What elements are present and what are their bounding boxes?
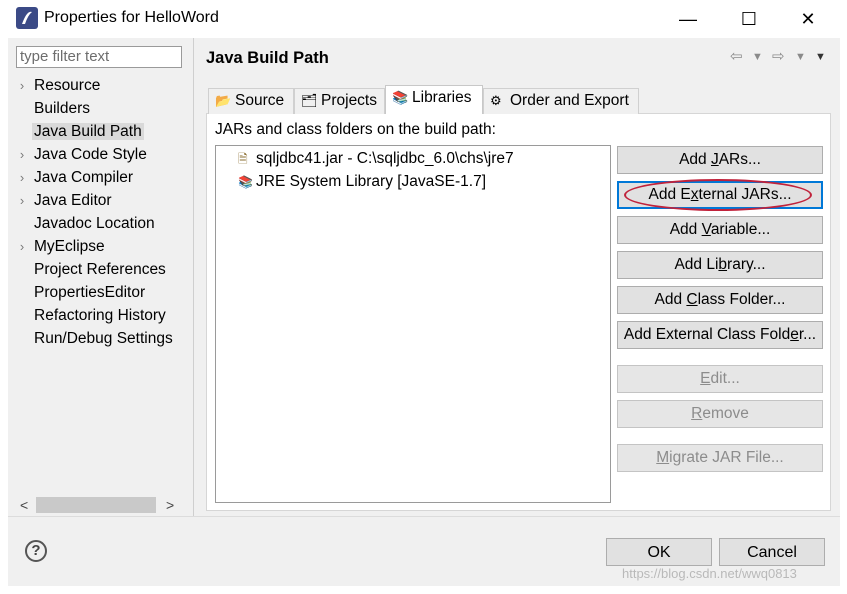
sidebar-item-label: Javadoc Location xyxy=(34,215,155,232)
cancel-button[interactable]: Cancel xyxy=(719,538,825,566)
forward-arrow-icon[interactable]: ⇨ xyxy=(772,47,785,65)
sidebar-item-label: Builders xyxy=(34,100,90,117)
source-folder-icon: 📂 xyxy=(215,93,232,108)
sidebar-item-label: Refactoring History xyxy=(34,307,166,324)
bottom-separator xyxy=(8,516,840,517)
list-item[interactable]: 📚 JRE System Library [JavaSE-1.7] xyxy=(238,171,486,193)
scrollbar-thumb[interactable] xyxy=(36,497,156,513)
build-path-list-label: JARs and class folders on the build path… xyxy=(215,121,496,138)
sidebar-item-label: MyEclipse xyxy=(34,238,105,255)
sidebar-item[interactable]: Builders xyxy=(12,97,92,120)
expand-chevron-icon[interactable]: › xyxy=(12,235,32,258)
list-item[interactable]: 🗎 sqljdbc41.jar - C:\sqljdbc_6.0\chs\jre7 xyxy=(238,148,514,170)
edit-button[interactable]: Edit... xyxy=(617,365,823,393)
close-button[interactable]: ✕ xyxy=(785,0,831,38)
sidebar-item-label: PropertiesEditor xyxy=(34,284,146,301)
scroll-left-icon[interactable]: < xyxy=(20,497,28,513)
sidebar-item[interactable]: PropertiesEditor xyxy=(12,281,147,304)
order-export-icon: ⚙ xyxy=(490,93,502,108)
filter-input[interactable] xyxy=(16,46,182,68)
sidebar-item[interactable]: › Resource xyxy=(12,74,102,97)
sidebar-item[interactable]: › Java Compiler xyxy=(12,166,135,189)
sidebar-item-label: Java Code Style xyxy=(34,146,147,163)
scroll-right-icon[interactable]: > xyxy=(166,497,174,513)
pane-divider[interactable] xyxy=(193,38,194,516)
libraries-icon: 📚 xyxy=(392,90,409,105)
jar-file-icon: 🗎 xyxy=(238,152,248,166)
expand-chevron-icon[interactable]: › xyxy=(12,143,32,166)
tab-libraries[interactable]: 📚 Libraries xyxy=(385,85,483,114)
sidebar-item-label: Resource xyxy=(34,77,101,94)
add-external-class-folder-button[interactable]: Add External Class Folder... xyxy=(617,321,823,349)
expand-chevron-icon[interactable]: › xyxy=(12,74,32,97)
expand-chevron-icon[interactable]: › xyxy=(12,166,32,189)
expand-chevron-icon[interactable]: › xyxy=(12,189,32,212)
view-menu-icon[interactable]: ▼ xyxy=(815,51,826,63)
sidebar-item-label: Java Editor xyxy=(34,192,112,209)
tab-source[interactable]: 📂 Source xyxy=(208,88,294,114)
sidebar-item[interactable]: Project References xyxy=(12,258,168,281)
add-jars-button[interactable]: Add JARs... xyxy=(617,146,823,174)
minimize-button[interactable]: — xyxy=(665,0,711,38)
sidebar-item[interactable]: Run/Debug Settings xyxy=(12,327,175,350)
ok-button[interactable]: OK xyxy=(606,538,712,566)
page-title: Java Build Path xyxy=(206,49,329,67)
watermark-text: https://blog.csdn.net/wwq0813 xyxy=(622,566,797,581)
help-icon[interactable]: ? xyxy=(25,540,47,562)
sidebar-item[interactable]: Javadoc Location xyxy=(12,212,157,235)
window-title: Properties for HelloWord xyxy=(44,9,219,26)
sidebar-item-label: Run/Debug Settings xyxy=(34,330,173,347)
sidebar-item[interactable]: › Java Editor xyxy=(12,189,114,212)
migrate-jar-file-button[interactable]: Migrate JAR File... xyxy=(617,444,823,472)
sidebar-item[interactable]: Refactoring History xyxy=(12,304,168,327)
add-class-folder-button[interactable]: Add Class Folder... xyxy=(617,286,823,314)
sidebar-item[interactable]: › Java Code Style xyxy=(12,143,149,166)
projects-icon: 🗂 xyxy=(301,93,318,108)
property-page-tree: › Resource Builders Java Build Path › Java Co… xyxy=(12,74,190,494)
library-icon: 📚 xyxy=(238,175,253,189)
tab-order-and-export[interactable]: ⚙ Order and Export xyxy=(483,88,639,114)
back-dropdown-icon[interactable]: ▼ xyxy=(752,51,763,63)
add-variable-button[interactable]: Add Variable... xyxy=(617,216,823,244)
back-arrow-icon[interactable]: ⇦ xyxy=(730,47,743,65)
add-library-button[interactable]: Add Library... xyxy=(617,251,823,279)
eclipse-app-icon xyxy=(16,7,38,29)
sidebar-item[interactable]: Java Build Path xyxy=(12,120,144,143)
sidebar-item-label: Project References xyxy=(34,261,166,278)
sidebar-item[interactable]: › MyEclipse xyxy=(12,235,107,258)
sidebar-item-label: Java Compiler xyxy=(34,169,134,186)
annotation-ellipse xyxy=(624,179,812,211)
build-path-list[interactable]: 🗎 sqljdbc41.jar - C:\sqljdbc_6.0\chs\jre7… xyxy=(215,145,611,503)
sidebar-item-label: Java Build Path xyxy=(32,123,144,140)
forward-dropdown-icon[interactable]: ▼ xyxy=(795,51,806,63)
remove-button[interactable]: Remove xyxy=(617,400,823,428)
maximize-button[interactable]: ☐ xyxy=(726,0,772,38)
tab-projects[interactable]: 🗂 Projects xyxy=(294,88,385,114)
